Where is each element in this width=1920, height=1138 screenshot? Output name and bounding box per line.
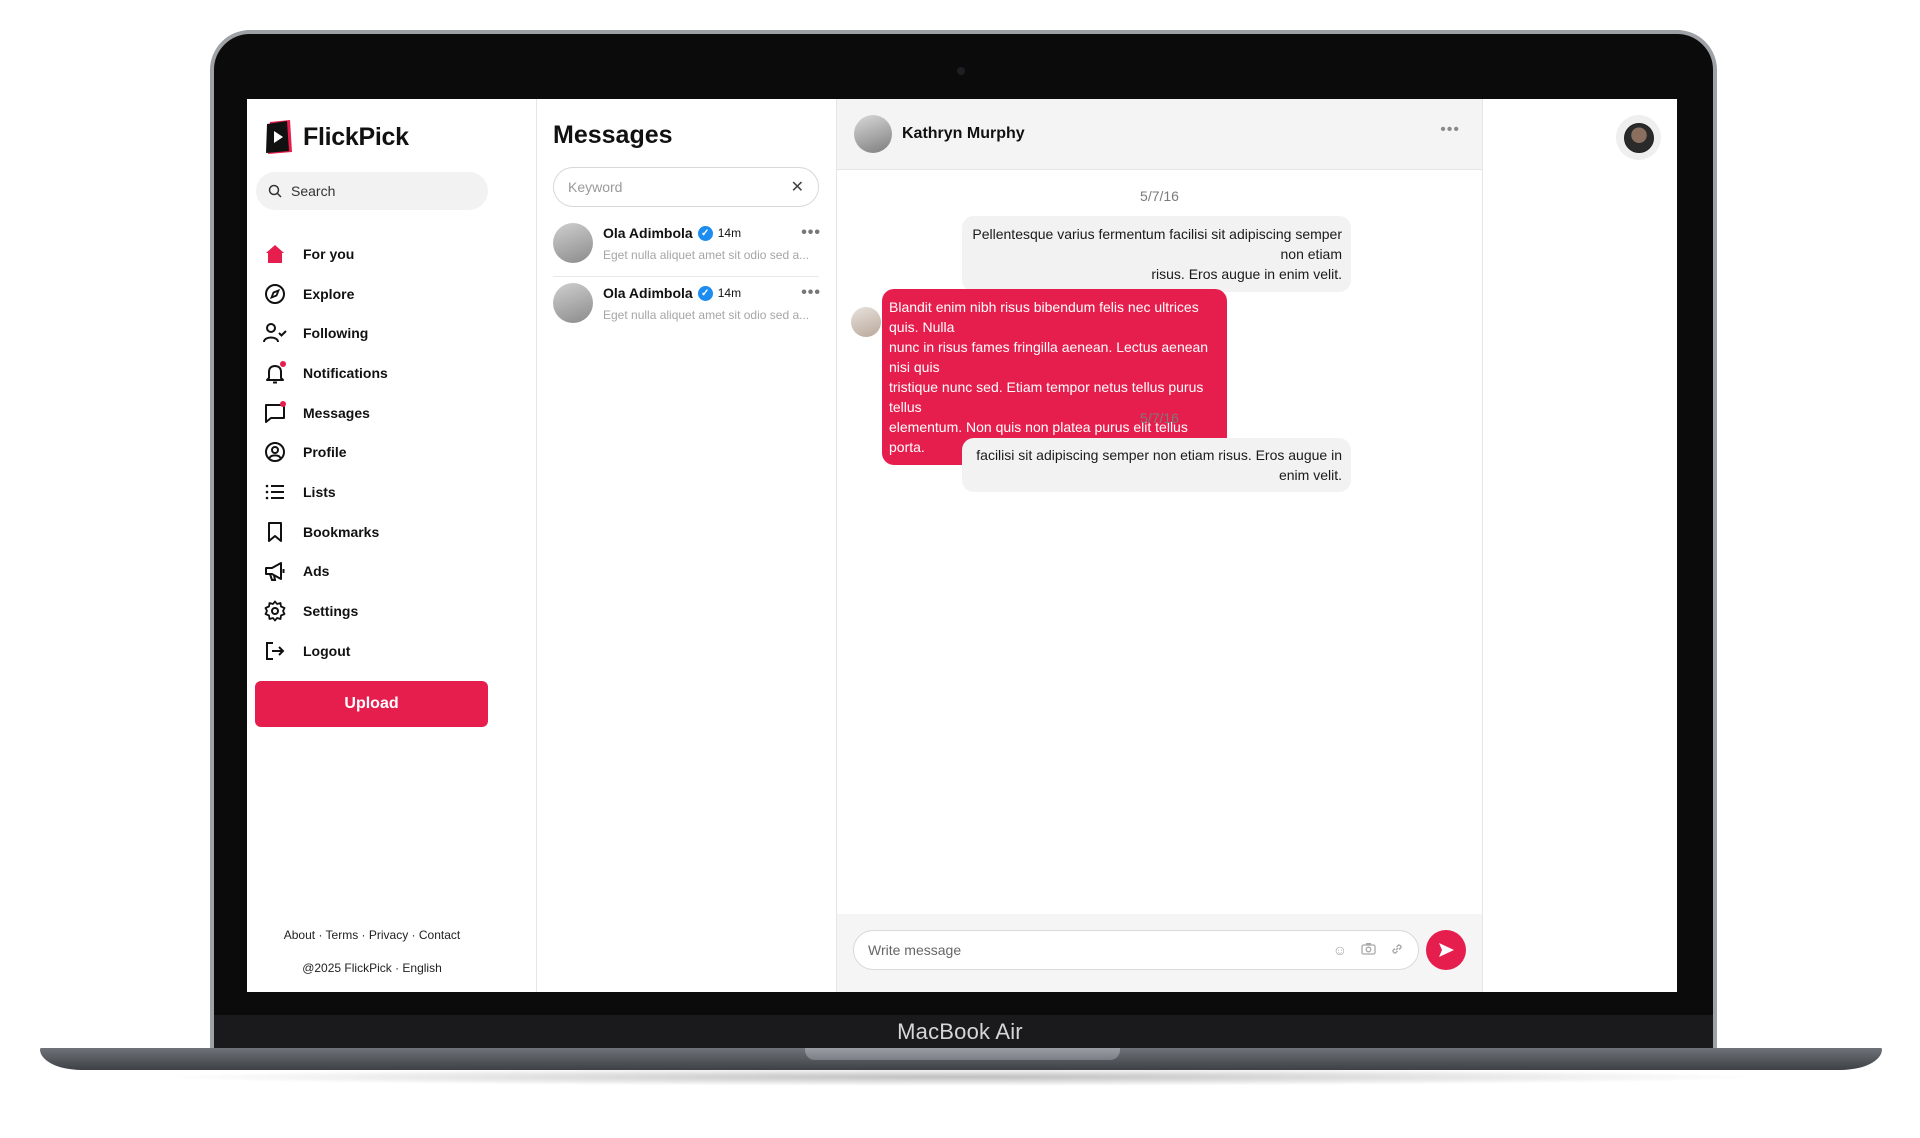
sidebar: FlickPick Search For you Explore Followi… (247, 99, 537, 992)
list-icon (263, 480, 287, 504)
notification-dot (280, 360, 286, 367)
chat-panel: Kathryn Murphy ••• 5/7/16 Pellentesque v… (837, 99, 1483, 992)
footer-links[interactable]: About · Terms · Privacy · Contact (247, 928, 497, 942)
message-bubble-outgoing: Pellentesque varius fermentum facilisi s… (962, 216, 1351, 292)
sidebar-item-label: Settings (303, 603, 359, 620)
compass-icon (263, 282, 287, 306)
close-icon[interactable]: ✕ (791, 177, 804, 197)
sidebar-nav: For you Explore Following Notifications … (263, 234, 388, 671)
keyword-search-input[interactable]: Keyword ✕ (553, 167, 819, 207)
sidebar-item-messages[interactable]: Messages (263, 393, 388, 433)
contact-name[interactable]: Kathryn Murphy (902, 125, 1025, 143)
message-line: Pellentesque varius fermentum facilisi s… (972, 226, 1342, 262)
app-screen: FlickPick Search For you Explore Followi… (247, 99, 1677, 992)
conversation-name: Ola Adimbola (603, 285, 693, 301)
divider (553, 276, 819, 277)
sidebar-item-label: Ads (303, 563, 330, 580)
message-input[interactable]: Write message ☺ (853, 930, 1419, 970)
footer-copyright: @2025 FlickPick · English (302, 961, 442, 975)
sidebar-item-label: Explore (303, 285, 355, 302)
send-button[interactable] (1426, 930, 1466, 970)
sidebar-item-following[interactable]: Following (263, 313, 388, 353)
app-name: FlickPick (303, 122, 409, 151)
send-icon (1439, 943, 1454, 957)
sidebar-item-notifications[interactable]: Notifications (263, 353, 388, 393)
logo[interactable]: FlickPick (264, 118, 409, 156)
message-line: nunc in risus fames fringilla aenean. Le… (889, 339, 1209, 375)
notification-dot (280, 400, 286, 407)
conversation-preview: Eget nulla aliquet amet sit odio sed a..… (603, 248, 810, 262)
conversation-time: 14m (717, 226, 742, 240)
user-check-icon (263, 321, 287, 345)
sidebar-item-ads[interactable]: Ads (263, 552, 388, 592)
avatar (1623, 122, 1654, 153)
sidebar-item-label: Following (303, 325, 369, 342)
device-label: MacBook Air (897, 1019, 1023, 1044)
avatar (553, 283, 593, 323)
sidebar-item-label: Notifications (303, 364, 388, 381)
more-icon[interactable]: ••• (801, 224, 821, 242)
avatar (851, 307, 881, 337)
avatar (553, 223, 593, 263)
search-icon (268, 184, 282, 198)
message-line: Blandit enim nibh risus bibendum felis n… (889, 299, 1199, 335)
camera-icon[interactable] (1361, 942, 1376, 959)
bell-icon (263, 360, 287, 385)
logout-icon (263, 639, 287, 663)
megaphone-icon (263, 559, 287, 583)
bookmark-icon (263, 520, 287, 544)
gear-icon (263, 599, 287, 623)
link-icon[interactable] (1390, 942, 1404, 959)
sidebar-item-label: Messages (303, 404, 370, 421)
sidebar-item-label: Bookmarks (303, 523, 380, 540)
messages-title: Messages (553, 121, 673, 149)
sidebar-item-lists[interactable]: Lists (263, 472, 388, 512)
message-line: facilisi sit adipiscing semper non etiam… (976, 447, 1342, 483)
user-avatar[interactable] (1616, 115, 1661, 160)
message-square-icon (263, 400, 287, 425)
logo-icon (264, 118, 294, 156)
search-input[interactable]: Search (256, 172, 488, 210)
keyword-placeholder: Keyword (568, 179, 623, 195)
date-separator: 5/7/16 (1140, 410, 1179, 426)
date-separator: 5/7/16 (1140, 188, 1179, 204)
sidebar-item-label: Lists (303, 483, 336, 500)
laptop-notch (805, 1048, 1120, 1060)
conversation-preview: Eget nulla aliquet amet sit odio sed a..… (603, 308, 810, 322)
sidebar-item-for-you[interactable]: For you (263, 234, 388, 274)
sidebar-item-profile[interactable]: Profile (263, 432, 388, 472)
camera (957, 67, 965, 75)
sidebar-item-bookmarks[interactable]: Bookmarks (263, 512, 388, 552)
conversation-time: 14m (717, 286, 742, 300)
message-line: risus. Eros augue in enim velit. (1151, 266, 1342, 282)
sidebar-item-label: Logout (303, 642, 351, 659)
conversation-item[interactable]: Ola Adimbola ✓ 14m ••• Eget nulla alique… (553, 223, 821, 277)
messages-panel: Messages Keyword ✕ Ola Adimbola ✓ 14m ••… (537, 99, 837, 992)
message-placeholder: Write message (868, 942, 962, 958)
chat-header: Kathryn Murphy ••• (837, 99, 1482, 170)
conversation-item[interactable]: Ola Adimbola ✓ 14m ••• Eget nulla alique… (553, 283, 821, 337)
home-icon (263, 242, 287, 266)
upload-button[interactable]: Upload (255, 681, 488, 727)
avatar[interactable] (854, 115, 892, 153)
user-circle-icon (263, 440, 287, 464)
more-icon[interactable]: ••• (1440, 121, 1460, 139)
search-label: Search (291, 183, 336, 199)
verified-icon: ✓ (697, 225, 713, 241)
more-icon[interactable]: ••• (801, 284, 821, 302)
conversation-name: Ola Adimbola (603, 225, 693, 241)
sidebar-item-explore[interactable]: Explore (263, 274, 388, 314)
sidebar-item-settings[interactable]: Settings (263, 591, 388, 631)
message-bubble-outgoing: facilisi sit adipiscing semper non etiam… (962, 438, 1351, 492)
sidebar-item-logout[interactable]: Logout (263, 631, 388, 671)
emoji-icon[interactable]: ☺ (1333, 942, 1347, 959)
sidebar-item-label: For you (303, 245, 355, 262)
verified-icon: ✓ (697, 285, 713, 301)
sidebar-item-label: Profile (303, 444, 347, 461)
